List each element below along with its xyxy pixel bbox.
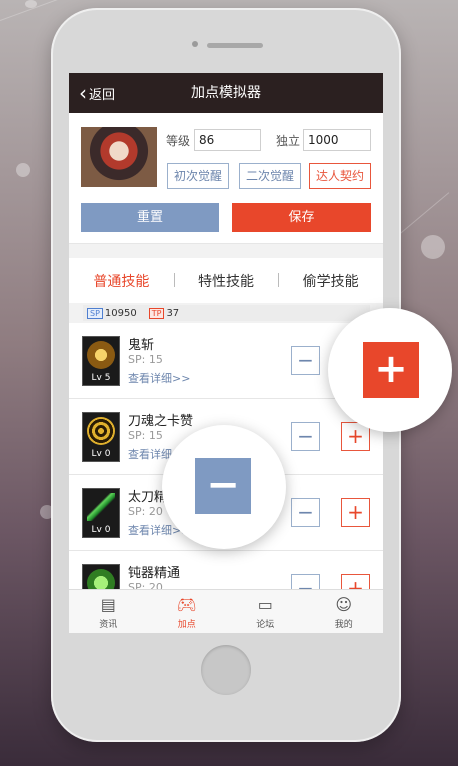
skill-name: 刀魂之卡赞 — [128, 414, 194, 429]
skill-sp: SP: 15 — [128, 429, 163, 442]
phone-speaker — [207, 43, 263, 48]
decrease-button[interactable]: − — [291, 346, 320, 375]
skill-sp: SP: 20 — [128, 505, 163, 518]
skill-name: 鬼斩 — [128, 338, 155, 353]
kazan-skill-icon: Lv 0 — [82, 412, 120, 462]
decrease-button[interactable]: − — [291, 422, 320, 451]
tab-profile[interactable]: ☺ 我的 — [305, 590, 384, 633]
second-awaken-button[interactable]: 二次觉醒 — [239, 163, 301, 189]
phone-camera — [192, 41, 198, 47]
background-dot — [25, 0, 37, 8]
reset-button[interactable]: 重置 — [81, 203, 219, 232]
tab-forum[interactable]: ▭ 论坛 — [226, 590, 305, 633]
independent-label: 独立 — [276, 134, 301, 148]
tab-skill-points[interactable]: 🎮︎ 加点 — [148, 590, 227, 633]
skill-art — [87, 493, 115, 521]
page-title: 加点模拟器 — [191, 85, 261, 101]
news-icon: ▤ — [100, 595, 116, 614]
skill-art — [87, 341, 115, 369]
gamepad-icon: 🎮︎ — [176, 595, 197, 614]
points-bar: SP 10950 TP 37 — [83, 305, 370, 321]
skill-tabs: 普通技能 特性技能 偷学技能 — [69, 258, 383, 303]
minus-zoom-callout: − — [162, 425, 286, 549]
increase-button[interactable]: + — [341, 498, 370, 527]
skill-level: Lv 0 — [91, 449, 111, 459]
tab-normal-skills[interactable]: 普通技能 — [69, 271, 174, 291]
tab-label: 资讯 — [99, 620, 118, 630]
nav-bar: ‹ 返回 加点模拟器 — [69, 73, 383, 113]
decrease-button[interactable]: − — [291, 498, 320, 527]
expert-contract-button[interactable]: 达人契约 — [309, 163, 371, 189]
skill-details-link[interactable]: 查看详细>> — [128, 370, 190, 386]
tab-stolen-skills[interactable]: 偷学技能 — [278, 271, 383, 291]
tab-label: 我的 — [334, 620, 353, 630]
tab-trait-skills[interactable]: 特性技能 — [173, 271, 279, 291]
chat-icon: ▭ — [257, 595, 273, 614]
skill-name: 钝器精通 — [128, 566, 181, 581]
tp-value: 37 — [166, 307, 180, 319]
katana-mastery-skill-icon: Lv 0 — [82, 488, 120, 538]
tab-news[interactable]: ▤ 资讯 — [69, 590, 148, 633]
background-dot — [16, 163, 30, 177]
plus-zoom-callout: + — [328, 308, 452, 432]
first-awaken-button[interactable]: 初次觉醒 — [167, 163, 229, 189]
save-button[interactable]: 保存 — [232, 203, 371, 232]
sp-value: 10950 — [104, 307, 137, 319]
minus-zoom-icon: − — [195, 458, 251, 514]
background-dot — [421, 235, 445, 259]
independent-input[interactable]: 1000 — [303, 129, 371, 151]
plus-zoom-icon: + — [363, 342, 419, 398]
sp-badge: SP — [87, 307, 103, 319]
home-button[interactable] — [201, 645, 251, 695]
tp-badge: TP — [148, 307, 165, 319]
ghost-slash-skill-icon: Lv 5 — [82, 336, 120, 386]
skill-sp: SP: 15 — [128, 353, 163, 366]
tab-label: 加点 — [177, 620, 196, 630]
user-icon: ☺ — [335, 595, 353, 614]
level-input[interactable]: 86 — [194, 129, 261, 151]
skill-level: Lv 0 — [91, 525, 111, 535]
level-label: 等级 — [166, 134, 191, 148]
background-line — [0, 0, 76, 21]
bottom-tab-bar: ▤ 资讯 🎮︎ 加点 ▭ 论坛 ☺ 我的 — [69, 589, 383, 633]
tab-label: 论坛 — [256, 620, 275, 630]
character-avatar — [81, 127, 157, 187]
skill-level: Lv 5 — [91, 373, 111, 383]
skill-art — [87, 417, 115, 445]
